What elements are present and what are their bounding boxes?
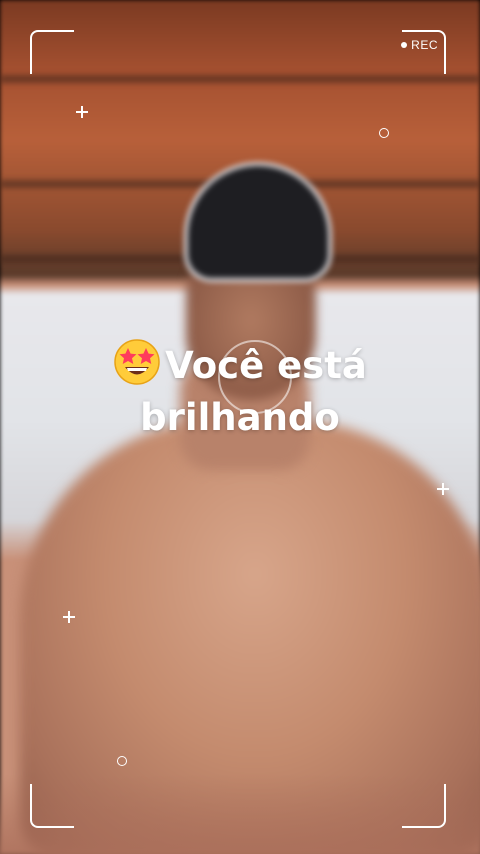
recording-indicator: REC: [401, 38, 438, 52]
plus-marker-icon: [76, 106, 88, 118]
ring-marker-icon: [379, 128, 389, 138]
viewfinder-corner-top-right: [402, 30, 446, 74]
ceiling-beam: [0, 75, 480, 83]
recording-label: REC: [411, 38, 438, 52]
caption-text-line-1: Você está: [165, 344, 367, 387]
star-struck-emoji-icon: [114, 339, 160, 385]
plus-marker-icon: [63, 611, 75, 623]
viewfinder-corner-bottom-right: [402, 784, 446, 828]
recording-dot-icon: [401, 42, 408, 48]
sticker-caption: Você está brilhando: [0, 338, 480, 444]
camera-screen: REC Você está brilhando: [0, 0, 480, 854]
caption-line-1: Você está: [0, 338, 480, 392]
viewfinder-corner-top-left: [30, 30, 74, 74]
ring-marker-icon: [117, 756, 127, 766]
plus-marker-icon: [437, 483, 449, 495]
caption-text-line-2: brilhando: [140, 396, 340, 439]
viewfinder-corner-bottom-left: [30, 784, 74, 828]
